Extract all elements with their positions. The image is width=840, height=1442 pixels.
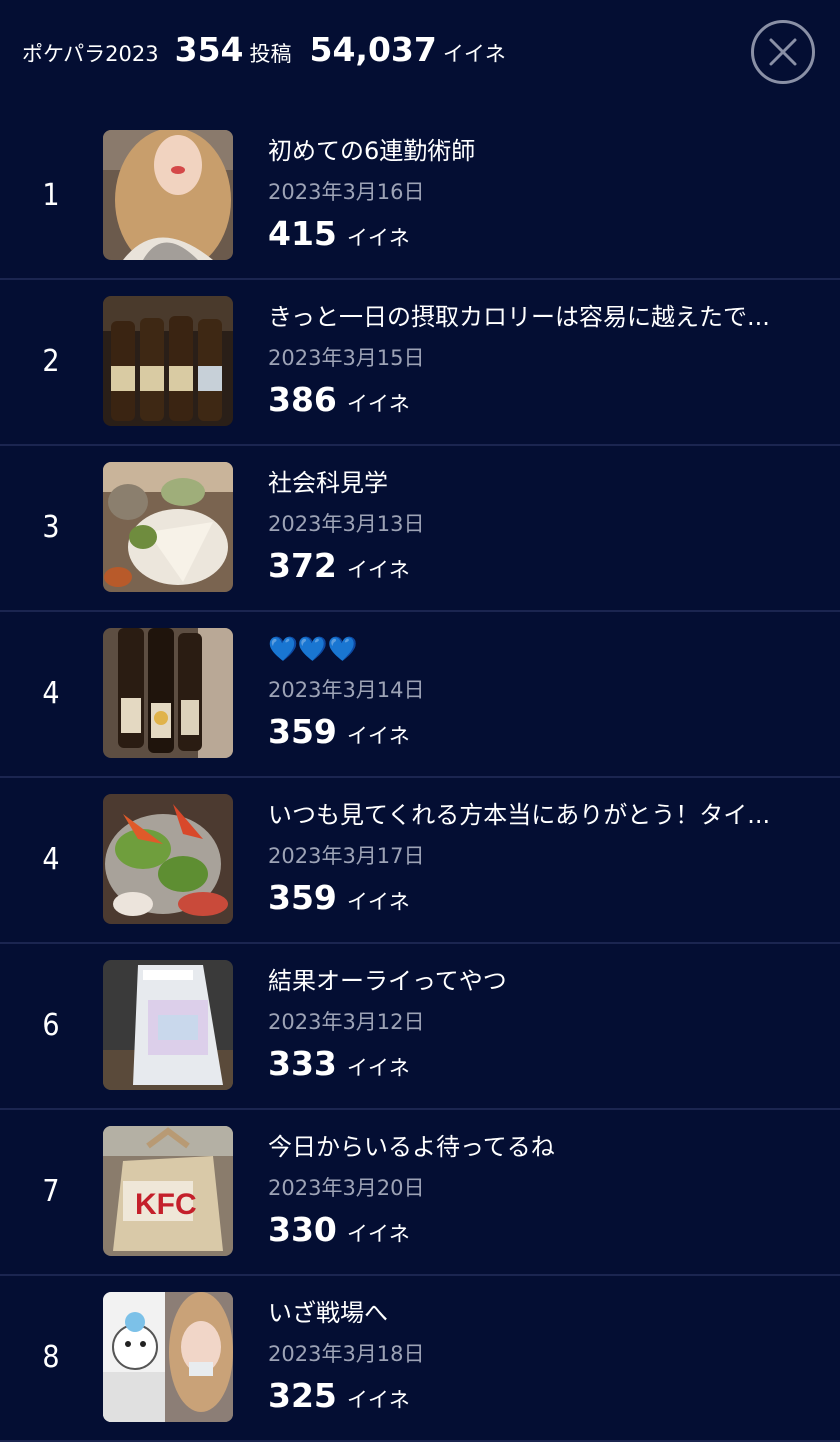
post-likes: 359 イイネ xyxy=(268,712,410,751)
list-item[interactable]: 2 きっと一日の摂取カロリーは容易に越えたで... 2023年3月15日 386… xyxy=(0,280,840,446)
like-count: 325 xyxy=(268,1376,337,1415)
post-title: いざ戦場へ xyxy=(268,1299,388,1327)
like-unit: イイネ xyxy=(346,724,410,748)
post-thumbnail[interactable] xyxy=(103,462,233,592)
like-count: 386 xyxy=(268,380,337,419)
post-thumbnail[interactable] xyxy=(103,794,233,924)
post-likes: 415 イイネ xyxy=(268,214,410,253)
post-count: 354 xyxy=(174,30,244,69)
like-count: 359 xyxy=(268,712,337,751)
like-count: 372 xyxy=(268,546,337,585)
post-date: 2023年3月12日 xyxy=(268,1010,425,1034)
post-date: 2023年3月13日 xyxy=(268,512,425,536)
like-count: 333 xyxy=(268,1044,337,1083)
ranking-list: 1 初めての6連勤術師 2023年3月16日 415 イイネ 2 きっと一日の摂… xyxy=(0,114,840,1442)
like-unit: イイネ xyxy=(346,1222,410,1246)
app-name: ポケパラ2023 xyxy=(22,42,159,66)
post-thumbnail[interactable] xyxy=(103,960,233,1090)
post-date: 2023年3月18日 xyxy=(268,1342,425,1366)
close-icon xyxy=(769,38,797,66)
post-date: 2023年3月15日 xyxy=(268,346,425,370)
post-title: 初めての6連勤術師 xyxy=(268,137,476,165)
like-unit: イイネ xyxy=(346,1056,410,1080)
post-title: 今日からいるよ待ってるね xyxy=(268,1133,555,1161)
post-likes: 333 イイネ xyxy=(268,1044,410,1083)
post-unit: 投稿 xyxy=(249,42,292,66)
post-date: 2023年3月17日 xyxy=(268,844,425,868)
list-item[interactable]: 4 💙💙💙 2023年3月14日 359 イイネ xyxy=(0,612,840,778)
list-item[interactable]: 7 KFC 今日からいるよ待ってるね 2023年3月20日 330 イイネ xyxy=(0,1110,840,1276)
post-likes: 359 イイネ xyxy=(268,878,410,917)
like-unit: イイネ xyxy=(442,42,506,66)
rank-number: 3 xyxy=(42,510,60,545)
like-count: 415 xyxy=(268,214,337,253)
list-item[interactable]: 1 初めての6連勤術師 2023年3月16日 415 イイネ xyxy=(0,114,840,280)
post-date: 2023年3月14日 xyxy=(268,678,425,702)
post-title: きっと一日の摂取カロリーは容易に越えたで... xyxy=(268,303,770,331)
summary-bar: ポケパラ2023 354 投稿 54,037 イイネ xyxy=(22,30,524,78)
header: ポケパラ2023 354 投稿 54,037 イイネ xyxy=(0,0,840,112)
post-likes: 330 イイネ xyxy=(268,1210,410,1249)
post-thumbnail[interactable] xyxy=(103,130,233,260)
post-title: 社会科見学 xyxy=(268,469,388,497)
rank-number: 8 xyxy=(42,1340,60,1375)
post-thumbnail[interactable] xyxy=(103,628,233,758)
list-item[interactable]: 4 いつも見てくれる方本当にありがとう！タイ... 2023年3月17日 359… xyxy=(0,778,840,944)
post-thumbnail[interactable] xyxy=(103,296,233,426)
like-unit: イイネ xyxy=(346,1388,410,1412)
svg-text:KFC: KFC xyxy=(135,1188,197,1221)
list-item[interactable]: 6 結果オーライってやつ 2023年3月12日 333 イイネ xyxy=(0,944,840,1110)
post-thumbnail[interactable] xyxy=(103,1292,233,1422)
post-title: 結果オーライってやつ xyxy=(268,967,507,995)
post-likes: 386 イイネ xyxy=(268,380,410,419)
post-likes: 325 イイネ xyxy=(268,1376,410,1415)
like-unit: イイネ xyxy=(346,890,410,914)
rank-number: 6 xyxy=(42,1008,60,1043)
post-date: 2023年3月20日 xyxy=(268,1176,425,1200)
like-count: 54,037 xyxy=(309,30,437,69)
like-count: 359 xyxy=(268,878,337,917)
like-unit: イイネ xyxy=(346,392,410,416)
list-item[interactable]: 8 いざ戦場へ 2023年3月18日 325 イイネ xyxy=(0,1276,840,1442)
post-date: 2023年3月16日 xyxy=(268,180,425,204)
post-likes: 372 イイネ xyxy=(268,546,410,585)
rank-number: 4 xyxy=(42,676,60,711)
like-count: 330 xyxy=(268,1210,337,1249)
like-unit: イイネ xyxy=(346,558,410,582)
rank-number: 4 xyxy=(42,842,60,877)
rank-number: 1 xyxy=(42,178,60,213)
list-item[interactable]: 3 社会科見学 2023年3月13日 372 イイネ xyxy=(0,446,840,612)
like-unit: イイネ xyxy=(346,226,410,250)
post-title: いつも見てくれる方本当にありがとう！タイ... xyxy=(268,801,771,829)
rank-number: 7 xyxy=(42,1174,60,1209)
post-thumbnail[interactable]: KFC xyxy=(103,1126,233,1256)
post-title: 💙💙💙 xyxy=(268,635,358,663)
rank-number: 2 xyxy=(42,344,60,379)
close-button[interactable] xyxy=(751,20,815,84)
